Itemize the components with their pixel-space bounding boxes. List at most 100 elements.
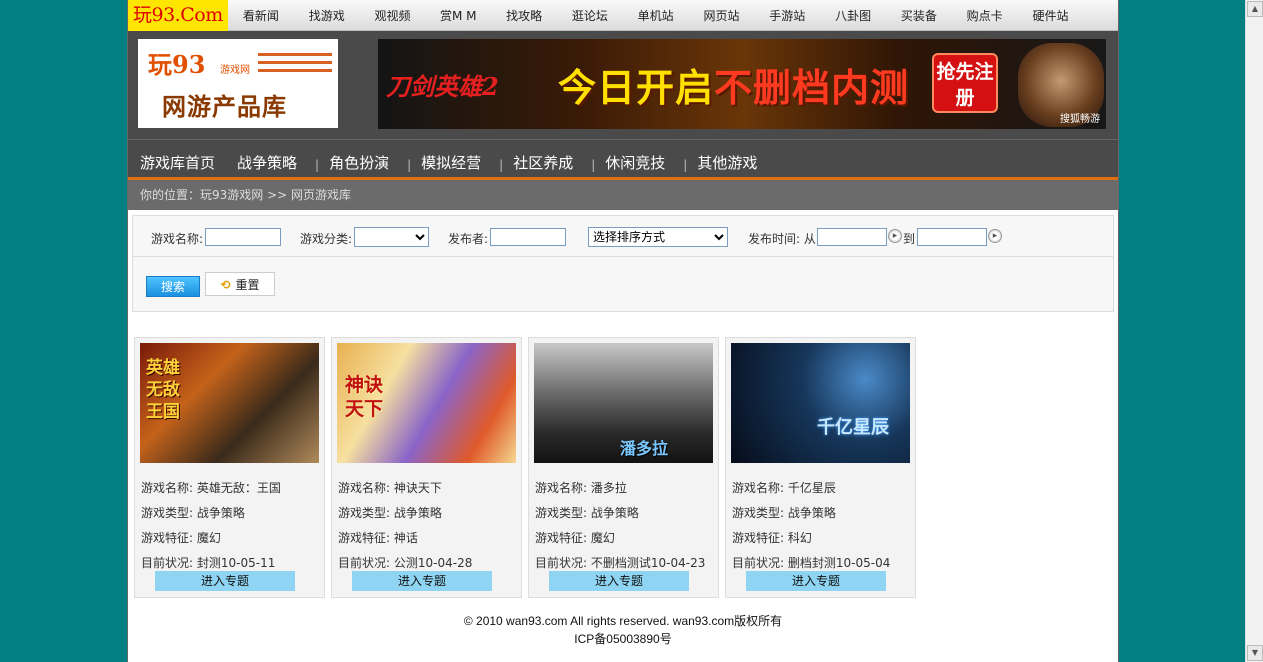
- top-nav-item[interactable]: 手游站: [754, 7, 820, 24]
- game-card: 千亿星辰 游戏名称: 千亿星辰 游戏类型: 战争策略 游戏特征: 科幻 目前状况…: [725, 337, 916, 598]
- enter-topic-button[interactable]: 进入专题: [746, 571, 886, 591]
- feature-label: 游戏特征:: [141, 531, 194, 545]
- status-label: 目前状况:: [141, 556, 194, 570]
- calendar-icon[interactable]: ▸: [988, 229, 1002, 243]
- nav-separator: |: [499, 157, 504, 172]
- type-label: 游戏类型:: [535, 506, 588, 520]
- top-nav-item[interactable]: 购点卡: [952, 7, 1018, 24]
- reset-button[interactable]: ⟲ 重置: [205, 272, 275, 296]
- nav-separator: |: [407, 157, 412, 172]
- enter-topic-button[interactable]: 进入专题: [155, 571, 295, 591]
- game-type: 战争策略: [787, 506, 836, 520]
- top-nav-item[interactable]: 硬件站: [1018, 7, 1084, 24]
- publisher-input[interactable]: [490, 228, 566, 246]
- logo-line2: 网游产品库: [162, 93, 287, 121]
- status-label: 目前状况:: [535, 556, 588, 570]
- category-casual[interactable]: 休闲竞技: [605, 152, 665, 173]
- ad-banner[interactable]: 刀剑英雄2 今日开启不删档内测 抢先注册 搜狐畅游: [378, 39, 1106, 129]
- game-name-input[interactable]: [205, 228, 281, 246]
- banner-brand-a: 刀剑: [386, 72, 434, 101]
- type-label: 游戏类型:: [338, 506, 391, 520]
- status-label: 目前状况:: [732, 556, 785, 570]
- game-info: 游戏名称: 潘多拉 游戏类型: 战争策略 游戏特征: 魔幻 目前状况: 不删档测…: [535, 476, 705, 576]
- vertical-scrollbar[interactable]: ▲ ▼: [1245, 0, 1263, 662]
- feature-label: 游戏特征:: [535, 531, 588, 545]
- banner-register-button[interactable]: 抢先注册: [932, 53, 998, 113]
- game-feature: 魔幻: [590, 531, 615, 545]
- game-type: 战争策略: [590, 506, 639, 520]
- icp-number: ICP备05003890号: [574, 632, 672, 646]
- game-name: 神诀天下: [393, 481, 442, 495]
- game-feature: 魔幻: [196, 531, 221, 545]
- category-home[interactable]: 游戏库首页: [140, 152, 215, 173]
- feature-label: 游戏特征:: [338, 531, 391, 545]
- top-nav-item[interactable]: 观视频: [360, 7, 426, 24]
- calendar-icon[interactable]: ▸: [888, 229, 902, 243]
- game-name: 潘多拉: [590, 481, 627, 495]
- game-thumbnail[interactable]: 神诀天下: [337, 343, 516, 463]
- product-library-logo[interactable]: 玩93 游戏网 网游产品库: [138, 39, 338, 128]
- top-nav-item[interactable]: 单机站: [623, 7, 689, 24]
- banner-text-a: 今日开启: [558, 66, 715, 110]
- nav-separator: |: [591, 157, 596, 172]
- game-feature: 科幻: [787, 531, 812, 545]
- name-label: 游戏名称:: [141, 481, 194, 495]
- game-thumbnail[interactable]: 千亿星辰: [731, 343, 910, 463]
- header: 玩93 游戏网 网游产品库 刀剑英雄2 今日开启不删档内测 抢先注册 搜狐畅游: [128, 31, 1118, 149]
- category-simulation[interactable]: 模拟经营: [421, 152, 481, 173]
- game-category-select[interactable]: [354, 227, 429, 247]
- logo-small: 游戏网: [220, 65, 250, 76]
- end-date-input[interactable]: [917, 228, 987, 246]
- category-nav: 游戏库首页 战争策略 | 角色扮演 | 模拟经营 | 社区养成 | 休闲竞技 |…: [128, 148, 1118, 180]
- category-rpg[interactable]: 角色扮演: [329, 152, 389, 173]
- game-status: 不删档测试10-04-23: [590, 556, 706, 570]
- game-feature: 神话: [393, 531, 418, 545]
- start-date-input[interactable]: [817, 228, 887, 246]
- breadcrumb: 你的位置：玩93游戏网 >> 网页游戏库: [128, 180, 1118, 210]
- top-nav-item[interactable]: 网页站: [689, 7, 755, 24]
- game-info: 游戏名称: 英雄无敌：王国 游戏类型: 战争策略 游戏特征: 魔幻 目前状况: …: [141, 476, 281, 576]
- status-label: 目前状况:: [338, 556, 391, 570]
- top-nav-item[interactable]: 赏M M: [425, 7, 491, 24]
- publisher-label: 发布者:: [448, 232, 489, 246]
- feature-label: 游戏特征:: [732, 531, 785, 545]
- search-filters: 游戏名称: 游戏分类: 发布者: 选择排序方式 发布时间: 从 ▸ 到 ▸: [133, 216, 1113, 257]
- thumbnail-title: 千亿星辰: [817, 417, 889, 438]
- game-info: 游戏名称: 神诀天下 游戏类型: 战争策略 游戏特征: 神话 目前状况: 公测1…: [338, 476, 472, 576]
- type-label: 游戏类型:: [732, 506, 785, 520]
- game-status: 封测10-05-11: [196, 556, 276, 570]
- footer: © 2010 wan93.com All rights reserved. wa…: [128, 612, 1118, 648]
- nav-separator: |: [683, 157, 688, 172]
- top-nav-item[interactable]: 看新闻: [228, 7, 294, 24]
- logo-stripes: [258, 53, 332, 77]
- thumbnail-title: 神诀天下: [345, 374, 384, 420]
- to-label: 到: [903, 232, 916, 246]
- refresh-icon: ⟲: [220, 277, 231, 292]
- scroll-up-icon[interactable]: ▲: [1247, 1, 1263, 17]
- game-thumbnail[interactable]: 潘多拉: [534, 343, 713, 463]
- top-nav-item[interactable]: 找游戏: [294, 7, 360, 24]
- top-nav-item[interactable]: 逛论坛: [557, 7, 623, 24]
- game-name: 英雄无敌：王国: [196, 481, 281, 495]
- enter-topic-button[interactable]: 进入专题: [352, 571, 492, 591]
- name-label: 游戏名称:: [338, 481, 391, 495]
- game-category-label: 游戏分类:: [300, 232, 353, 246]
- scroll-down-icon[interactable]: ▼: [1247, 645, 1263, 661]
- enter-topic-button[interactable]: 进入专题: [549, 571, 689, 591]
- search-button[interactable]: 搜索: [146, 276, 200, 297]
- sort-select[interactable]: 选择排序方式: [588, 227, 728, 247]
- game-info: 游戏名称: 千亿星辰 游戏类型: 战争策略 游戏特征: 科幻 目前状况: 删档封…: [732, 476, 890, 576]
- category-other[interactable]: 其他游戏: [697, 152, 757, 173]
- thumbnail-title: 潘多拉: [620, 439, 669, 458]
- game-type: 战争策略: [393, 506, 442, 520]
- category-community[interactable]: 社区养成: [513, 152, 573, 173]
- category-war-strategy[interactable]: 战争策略: [237, 152, 297, 173]
- site-logo[interactable]: 玩93.Com: [128, 0, 228, 31]
- top-nav-item[interactable]: 找攻略: [491, 7, 557, 24]
- top-nav-item[interactable]: 买装备: [886, 7, 952, 24]
- top-nav-item[interactable]: 八卦图: [820, 7, 886, 24]
- game-card: 英雄无敌 王国 游戏名称: 英雄无敌：王国 游戏类型: 战争策略 游戏特征: 魔…: [134, 337, 325, 598]
- game-thumbnail[interactable]: 英雄无敌 王国: [140, 343, 319, 463]
- banner-sponsor: 搜狐畅游: [1060, 114, 1100, 125]
- banner-text-b: 不删档内测: [714, 66, 910, 110]
